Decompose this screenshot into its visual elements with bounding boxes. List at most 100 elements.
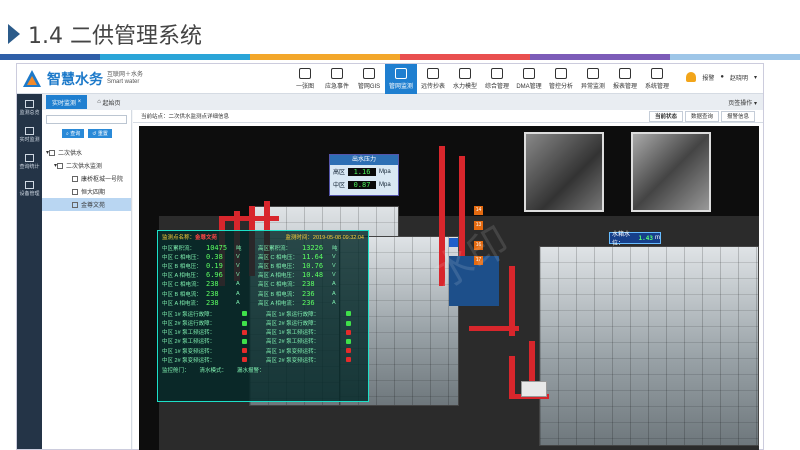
tab-current-status[interactable]: 当前状态: [648, 110, 683, 122]
sidebar-item-devices[interactable]: 设备管理: [17, 175, 42, 202]
info-row: 高区 C 相电压： 11.64 V: [254, 252, 350, 261]
logo-name: 智慧水务: [47, 70, 103, 87]
nav-item-meter[interactable]: 远传抄表: [417, 64, 449, 94]
pressure-label: 高区: [333, 170, 346, 176]
bell-icon[interactable]: [686, 72, 697, 82]
camera-feed[interactable]: [631, 132, 711, 212]
band-segment: [400, 54, 530, 60]
logo-sub: 互联网＋水务 Smart water: [107, 72, 143, 86]
status-label: 高区 1# 泵工频运转：: [266, 330, 320, 337]
status-row: 高区 2# 泵变频运转：: [262, 355, 366, 364]
status-indicator-icon: [242, 348, 247, 354]
status-label: 高区 2# 泵变频运转：: [266, 357, 320, 364]
sidebar-label: 查询统计: [19, 163, 40, 170]
nav-label: 远传抄表: [420, 84, 445, 90]
reading-label: 中区 A 相电压：: [162, 273, 202, 280]
folder-icon: [57, 162, 64, 169]
reading-value: 238: [206, 289, 219, 298]
tree-node-site-selected[interactable]: 金尊文苑: [42, 198, 131, 211]
tree-node-label: 二次供水监测: [66, 164, 103, 170]
nav-item-emergency[interactable]: 应急事件: [321, 64, 353, 94]
sidebar-item-overview[interactable]: 监测总览: [17, 94, 42, 121]
reset-button[interactable]: ↺ 重置: [88, 129, 112, 138]
main-content: 当前站点：二次供水监测点详细信息 当前状态 数据查询 报警信息 14 13 16…: [133, 110, 763, 450]
status-row: 中区 1# 泵变频运转：: [158, 346, 262, 355]
logo-icon: [23, 69, 41, 87]
sidebar-item-realtime[interactable]: 实时监测: [17, 121, 42, 148]
tab-data-query[interactable]: 数据查询: [684, 110, 719, 122]
site-tree-panel: ⌕ 查询 ↺ 重置 ▾ 二次供水 ▾ 二次供水监测 康桥枢城一号院 恒大四期 金尊文…: [42, 110, 132, 449]
tab-home[interactable]: ⌂ 起始页: [91, 95, 126, 109]
alarm-label[interactable]: 报警: [702, 73, 714, 82]
info-row: 中区 A 相电压： 6.96 V: [158, 271, 254, 280]
nav-item-anomaly[interactable]: 异常监测: [577, 64, 609, 94]
settings-icon: [651, 68, 663, 79]
reading-label: 高区 B 相电流：: [258, 291, 298, 298]
pressure-unit: Mpa: [379, 168, 391, 175]
reading-label: 高区 A 相电压：: [258, 273, 298, 280]
nav-item-dma[interactable]: DMA管理: [513, 64, 545, 94]
time-line: 监测时间：2019-05-08 09:32:04: [285, 233, 364, 241]
reading-unit: V: [332, 272, 336, 279]
pressure-label: 中区: [333, 183, 346, 189]
tree-node-root[interactable]: ▾ 二次供水: [42, 146, 131, 159]
nav-item-map[interactable]: 一张图: [289, 64, 321, 94]
info-row: 中区 A 相电流： 238 A: [158, 298, 254, 307]
tab-alarm-info[interactable]: 报警信息: [720, 110, 755, 122]
nav-item-gis[interactable]: 管网GIS: [353, 64, 385, 94]
nav-item-model[interactable]: 水力模型: [449, 64, 481, 94]
camera-feed[interactable]: [524, 132, 604, 212]
pump-room-3d-view[interactable]: 14 13 16 17 水印 出水压力 高区 1.16 Mpa 中区 0.87 Mpa …: [139, 126, 759, 450]
reading-unit: V: [236, 272, 240, 279]
tab-realtime[interactable]: 实时监测 ×: [46, 95, 88, 109]
tab-label: 起始页: [102, 100, 121, 107]
nav-item-report[interactable]: 报表管理: [609, 64, 641, 94]
tab-label: 数据查询: [690, 114, 713, 120]
info-footer: 监控舱门： 清水模式： 漏水报警：: [158, 364, 368, 376]
pipe: [509, 356, 515, 396]
device-icon: [25, 180, 34, 189]
tab-label: 报警信息: [726, 114, 749, 120]
tree-node-group[interactable]: ▾ 二次供水监测: [42, 159, 131, 172]
reading-value: 6.96: [206, 271, 223, 280]
tree-node-site[interactable]: 恒大四期: [42, 185, 131, 198]
analysis-icon: [555, 68, 567, 79]
site-name: 金尊文苑: [195, 235, 218, 241]
nav-item-general[interactable]: 综合管理: [481, 64, 513, 94]
reading-label: 中区 C 相电流：: [162, 282, 203, 289]
status-row: 高区 1# 泵运行故障：: [262, 309, 366, 318]
reading-unit: V: [332, 253, 336, 260]
grid-icon: [491, 68, 503, 79]
info-row: 高区 B 相电压： 10.76 V: [254, 261, 350, 270]
user-name[interactable]: 赵晓明: [730, 73, 748, 82]
reading-unit: A: [236, 299, 240, 306]
chevron-down-icon[interactable]: ▾: [754, 74, 757, 81]
top-bar: 智慧水务 互联网＋水务 Smart water 一张图 应急事件 管网GIS 管…: [17, 64, 763, 94]
reading-unit: A: [332, 299, 336, 306]
pressure-title: 出水压力: [330, 155, 398, 165]
flow-meter: [521, 381, 547, 397]
site-label: 监测点名称：: [162, 235, 196, 241]
nav-item-monitor[interactable]: 管网监测: [385, 64, 417, 94]
status-row: 高区 1# 泵工频运转：: [262, 328, 366, 337]
dma-icon: [523, 68, 535, 79]
folder-icon: [49, 149, 56, 156]
reading-unit: V: [236, 262, 240, 269]
status-label: 高区 2# 泵运行故障：: [266, 321, 320, 328]
query-button[interactable]: ⌕ 查询: [62, 129, 85, 138]
reading-value: 10.76: [302, 261, 324, 270]
status-indicator-icon: [346, 311, 351, 317]
reading-label: 中区 A 相电流：: [162, 300, 202, 307]
nav-label: 管网监测: [388, 84, 413, 90]
tab-actions[interactable]: 页签操作 ▾: [728, 98, 757, 107]
site-icon: [72, 175, 78, 182]
reading-value: 10.48: [302, 271, 324, 280]
tree-node-site[interactable]: 康桥枢城一号院: [42, 172, 131, 185]
status-indicator-icon: [346, 348, 351, 354]
tree-search-input[interactable]: [46, 115, 127, 124]
nav-item-analysis[interactable]: 管控分析: [545, 64, 577, 94]
nav-item-system[interactable]: 系统管理: [641, 64, 673, 94]
reset-icon: ↺: [92, 130, 97, 137]
info-row: 中区 C 相电流： 238 A: [158, 280, 254, 289]
sidebar-item-stats[interactable]: 查询统计: [17, 148, 42, 175]
